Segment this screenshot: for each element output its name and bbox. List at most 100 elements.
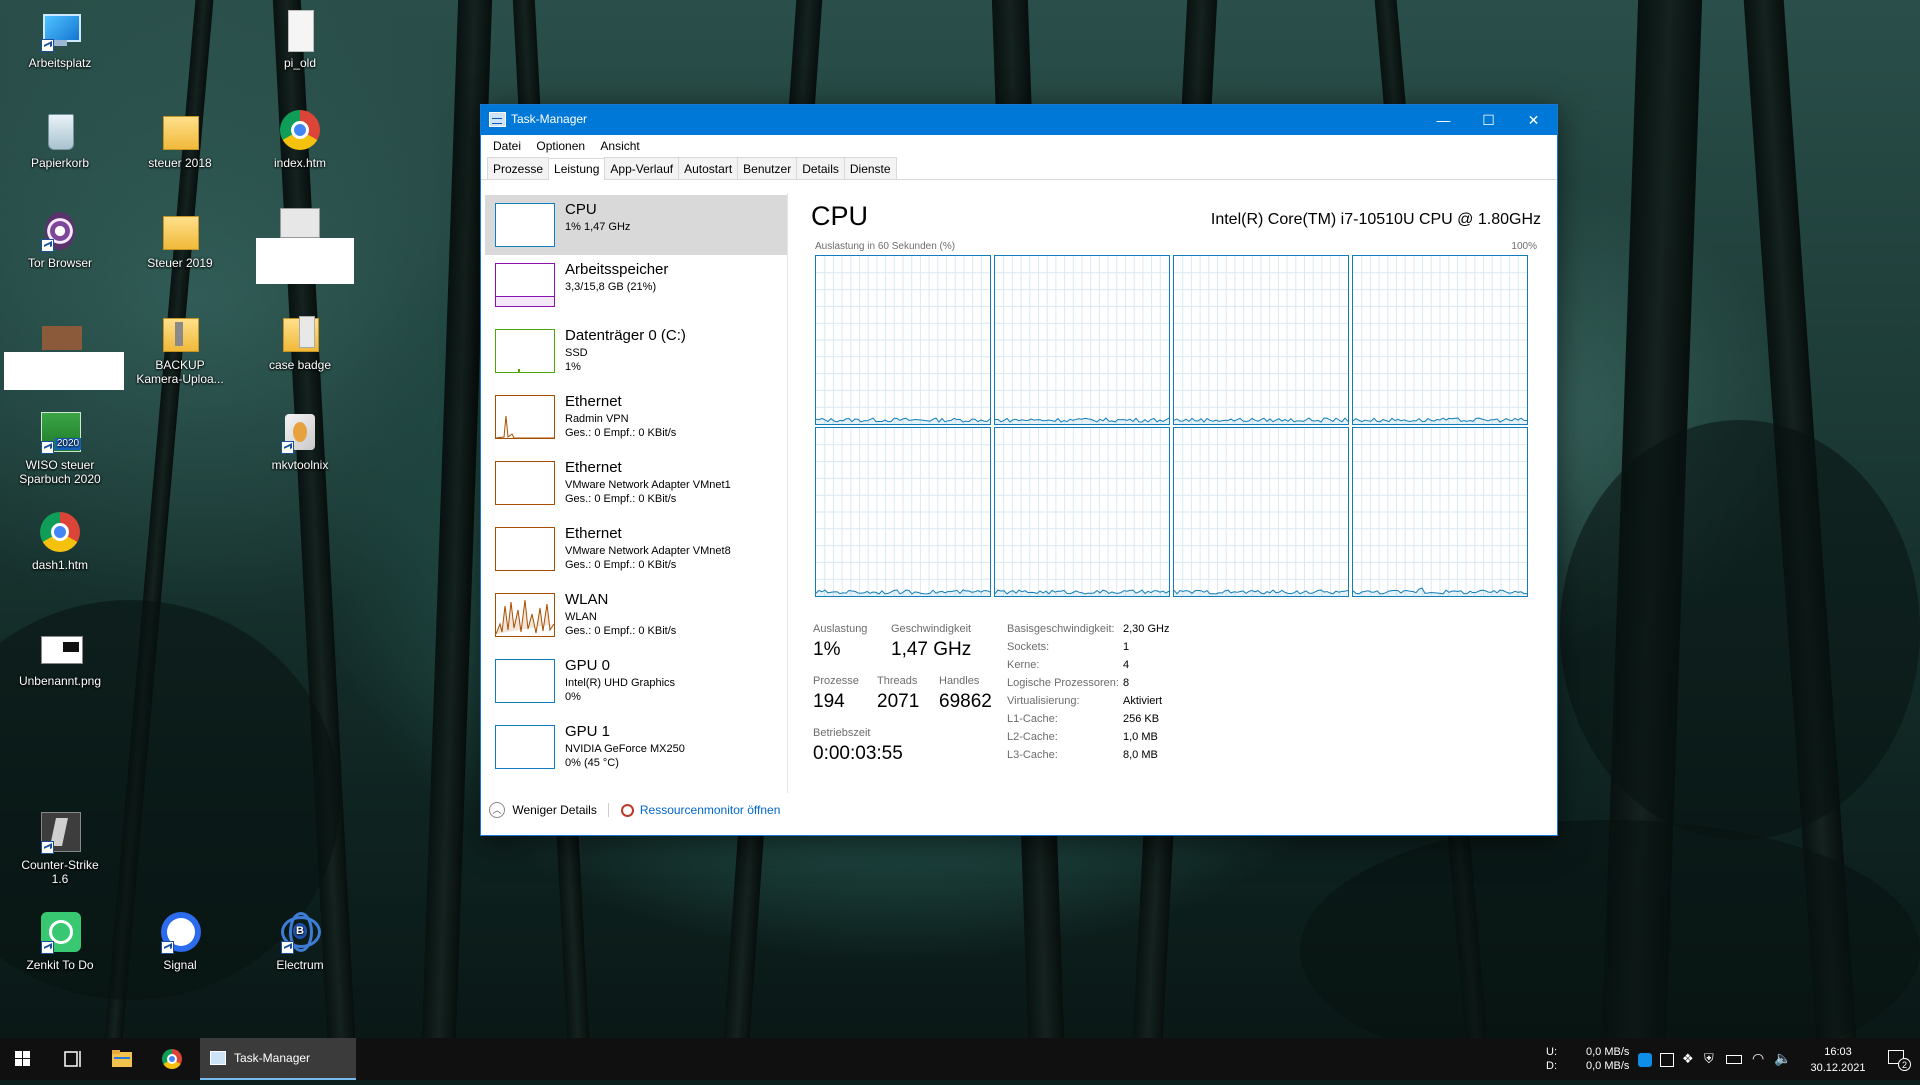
- task-manager-taskbar-button[interactable]: Task-Manager: [200, 1038, 356, 1080]
- maximize-button[interactable]: ☐: [1466, 105, 1511, 135]
- start-button[interactable]: [0, 1038, 46, 1080]
- desktop-icon-papierkorb[interactable]: Papierkorb: [12, 110, 108, 170]
- tab-benutzer[interactable]: Benutzer: [737, 157, 798, 179]
- ethernet-thumbnail-graph: [495, 461, 555, 505]
- signal-icon: [159, 912, 201, 954]
- title-bar[interactable]: Task-Manager — ☐ ✕: [481, 105, 1557, 135]
- desktop-icon-wiso[interactable]: 2020 WISO steuer Sparbuch 2020: [12, 412, 108, 486]
- resource-item-memory[interactable]: Arbeitsspeicher 3,3/15,8 GB (21%): [485, 255, 787, 321]
- desktop-icon-unbenannt-png[interactable]: Unbenannt.png: [12, 628, 108, 688]
- ethernet-thumbnail-graph: [495, 395, 555, 439]
- resource-item-ethernet-vmnet1[interactable]: Ethernet VMware Network Adapter VMnet1 G…: [485, 453, 787, 519]
- cpu-thumbnail-graph: [495, 203, 555, 247]
- folder-icon: [159, 110, 201, 152]
- tab-app-verlauf[interactable]: App-Verlauf: [604, 157, 680, 179]
- graph-max-label: 100%: [1511, 241, 1537, 252]
- file-icon: [279, 10, 321, 52]
- core-utilization-line: [816, 428, 990, 596]
- tab-dienste[interactable]: Dienste: [843, 157, 897, 179]
- core-utilization-line: [995, 256, 1169, 424]
- resource-item-disk[interactable]: Datenträger 0 (C:) SSD 1%: [485, 321, 787, 387]
- window-tray-icon[interactable]: [1660, 1053, 1674, 1067]
- file-explorer-taskbar-button[interactable]: [100, 1038, 144, 1080]
- threads-label: Threads: [877, 675, 918, 687]
- tab-prozesse[interactable]: Prozesse: [487, 157, 550, 179]
- image-file-icon: [39, 628, 83, 670]
- teamviewer-tray-icon[interactable]: [1638, 1053, 1652, 1067]
- notification-count: 2: [1898, 1058, 1911, 1071]
- net-download-label: D:: [1546, 1060, 1557, 1072]
- resource-item-gpu0[interactable]: GPU 0 Intel(R) UHD Graphics 0%: [485, 651, 787, 717]
- menu-datei[interactable]: Datei: [487, 135, 527, 153]
- core-graph: [1173, 427, 1349, 597]
- electrum-icon: B: [279, 912, 321, 954]
- menu-optionen[interactable]: Optionen: [530, 135, 591, 153]
- action-center-button[interactable]: 2: [1876, 1038, 1920, 1080]
- core-utilization-line: [1353, 256, 1527, 424]
- speed-value: 1,47 GHz: [891, 639, 972, 660]
- volume-tray-icon[interactable]: 🔈: [1774, 1050, 1791, 1067]
- core-utilization-line: [816, 256, 990, 424]
- recycle-bin-icon: [39, 110, 81, 152]
- desktop-icon-mkvtoolnix[interactable]: mkvtoolnix: [252, 412, 348, 472]
- desktop-icon-pi-old[interactable]: pi_old: [252, 10, 348, 70]
- tree-foliage: [1560, 420, 1920, 840]
- counter-strike-icon: [39, 812, 81, 854]
- resource-monitor-link[interactable]: Ressourcenmonitor öffnen: [617, 802, 780, 817]
- cpu-heading: CPU: [811, 201, 869, 231]
- desktop-icon-electrum[interactable]: B Electrum: [252, 912, 348, 972]
- utilization-label: Auslastung: [813, 623, 868, 635]
- desktop-icon-zenkit[interactable]: Zenkit To Do: [12, 912, 108, 972]
- desktop-icon-case-badge[interactable]: case badge: [252, 312, 348, 372]
- minimize-button[interactable]: —: [1421, 105, 1466, 135]
- fewer-details-button[interactable]: ︿ Weniger Details: [489, 802, 600, 818]
- utilization-value: 1%: [813, 639, 841, 660]
- battery-tray-icon[interactable]: [1726, 1055, 1742, 1064]
- resource-item-wlan[interactable]: WLAN WLAN Ges.: 0 Empf.: 0 KBit/s: [485, 585, 787, 651]
- desktop-icon-backup[interactable]: BACKUP Kamera-Uploa...: [132, 312, 228, 386]
- folder-icon: [159, 210, 201, 252]
- clock-date[interactable]: 30.12.2021: [1804, 1062, 1872, 1074]
- wifi-tray-icon[interactable]: ◠: [1752, 1050, 1764, 1067]
- desktop-icon-steuer-2018[interactable]: steuer 2018: [132, 110, 228, 170]
- processes-value: 194: [813, 691, 845, 712]
- desktop-icon-tor-browser[interactable]: Tor Browser: [12, 210, 108, 270]
- security-tray-icon[interactable]: ⛨: [1704, 1051, 1714, 1067]
- memory-thumbnail-graph: [495, 263, 555, 307]
- desktop-icon-counter-strike[interactable]: Counter-Strike 1.6: [12, 812, 108, 886]
- threads-value: 2071: [877, 691, 920, 712]
- net-download-speed: 0,0 MB/s: [1586, 1060, 1630, 1072]
- resource-item-gpu1[interactable]: GPU 1 NVIDIA GeForce MX250 0% (45 °C): [485, 717, 787, 783]
- chrome-icon: [279, 110, 321, 152]
- close-button[interactable]: ✕: [1511, 105, 1556, 135]
- tab-autostart[interactable]: Autostart: [678, 157, 739, 179]
- task-view-button[interactable]: [50, 1038, 94, 1080]
- desktop-icon-dash1-htm[interactable]: dash1.htm: [12, 512, 108, 572]
- desktop-icon-signal[interactable]: Signal: [132, 912, 228, 972]
- desktop-icon-index-htm[interactable]: index.htm: [252, 110, 348, 170]
- chrome-taskbar-button[interactable]: [150, 1038, 194, 1080]
- task-manager-icon: [489, 112, 506, 127]
- task-manager-window[interactable]: Task-Manager — ☐ ✕ Datei Optionen Ansich…: [480, 104, 1558, 836]
- footer-bar: ︿ Weniger Details Ressourcenmonitor öffn…: [489, 802, 780, 818]
- menu-ansicht[interactable]: Ansicht: [594, 135, 645, 153]
- image-file-icon: [280, 208, 320, 238]
- uptime-label: Betriebszeit: [813, 727, 871, 739]
- resource-item-cpu[interactable]: CPU 1% 1,47 GHz: [485, 195, 787, 255]
- desktop-icon-arbeitsplatz[interactable]: Arbeitsplatz: [12, 10, 108, 70]
- resource-item-ethernet-vmnet8[interactable]: Ethernet VMware Network Adapter VMnet8 G…: [485, 519, 787, 585]
- clock-time[interactable]: 16:03: [1818, 1046, 1858, 1058]
- resource-list: CPU 1% 1,47 GHz Arbeitsspeicher 3,3/15,8…: [485, 193, 788, 793]
- dropbox-tray-icon[interactable]: ❖: [1682, 1051, 1694, 1067]
- cpu-core-graphs: [815, 255, 1528, 597]
- tab-leistung[interactable]: Leistung: [548, 158, 606, 180]
- wlan-thumbnail-graph: [495, 593, 555, 637]
- resource-item-ethernet-radmin[interactable]: Ethernet Radmin VPN Ges.: 0 Empf.: 0 KBi…: [485, 387, 787, 453]
- resource-monitor-icon: [620, 803, 634, 817]
- tab-details[interactable]: Details: [796, 157, 845, 179]
- redacted-desktop-icon[interactable]: [4, 326, 124, 390]
- redacted-desktop-icon[interactable]: [254, 208, 356, 286]
- image-file-icon: [42, 326, 82, 350]
- desktop-icon-steuer-2019[interactable]: Steuer 2019: [132, 210, 228, 270]
- task-view-icon: [64, 1051, 81, 1067]
